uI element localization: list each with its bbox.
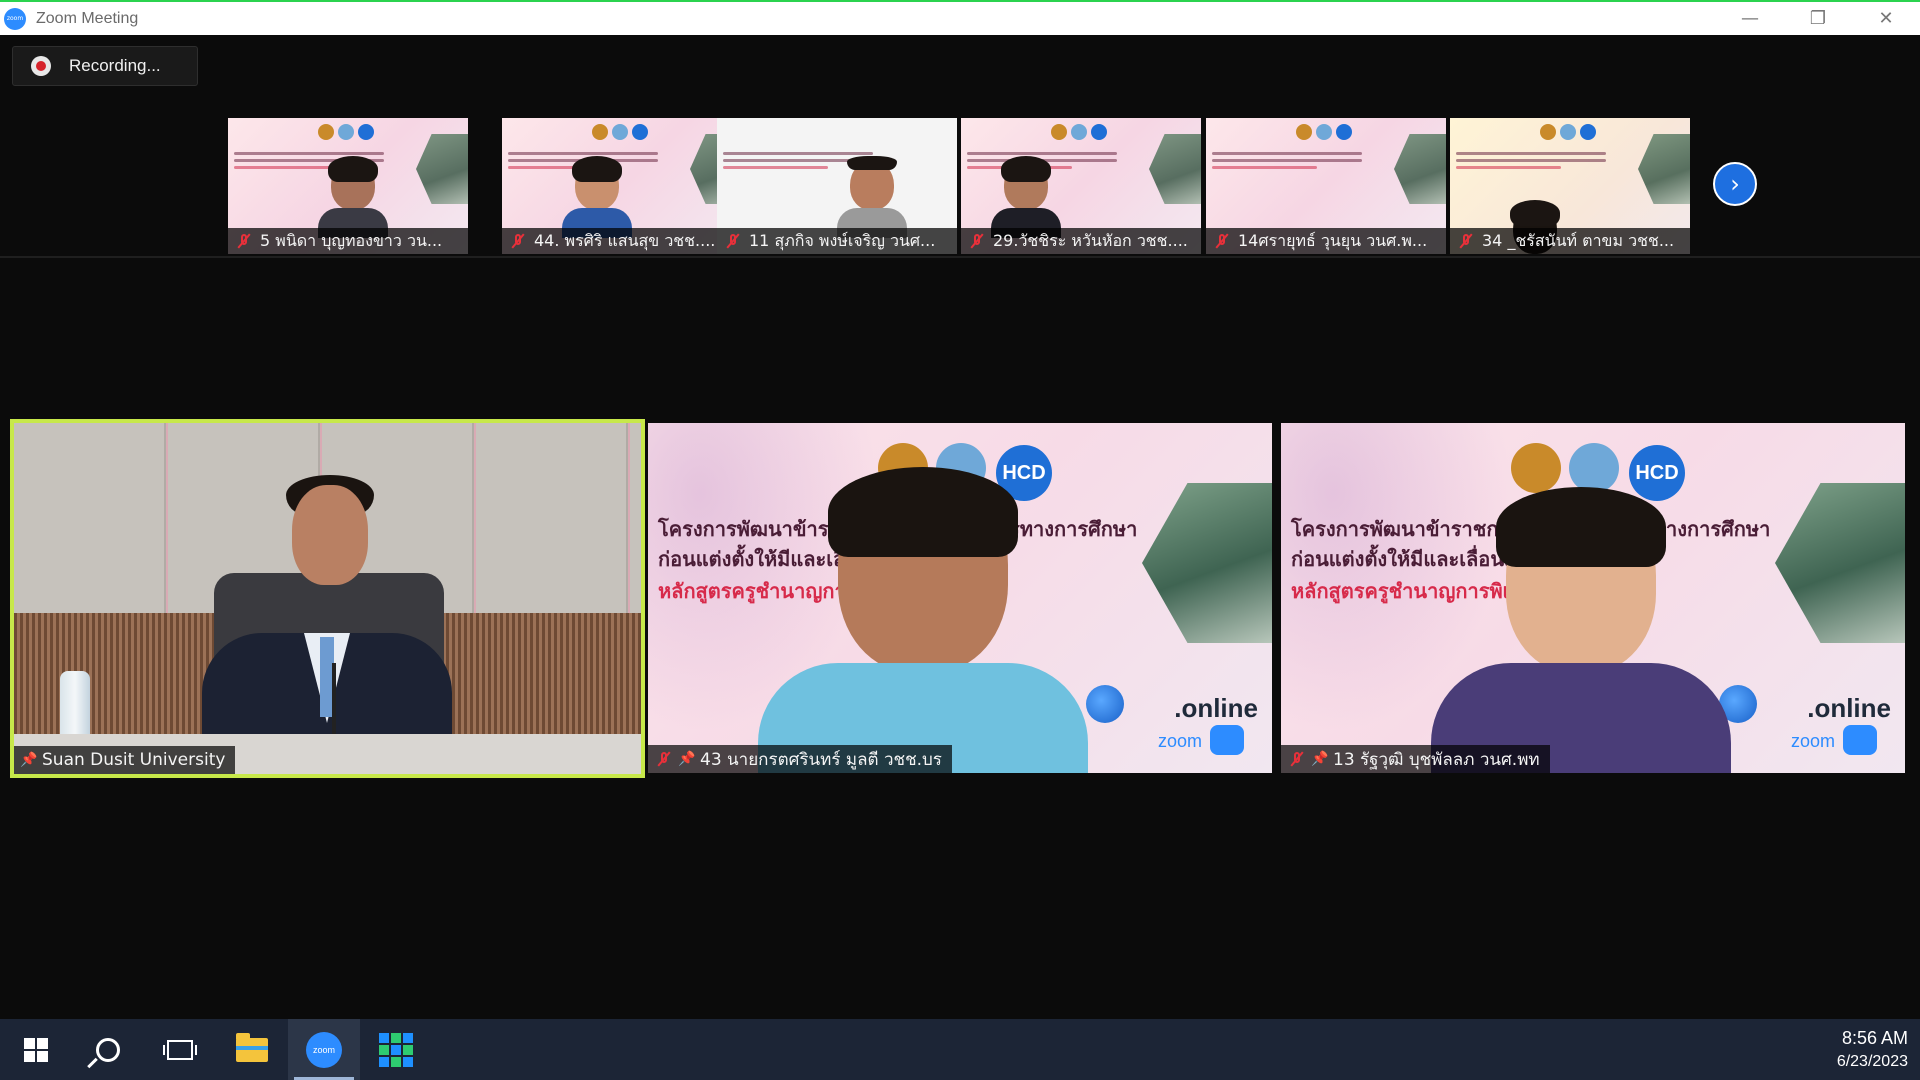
pin-icon: 📌	[20, 752, 38, 768]
participant-name: 5 พนิดา บุญทองขาว วน...	[260, 230, 443, 250]
participant-name: Suan Dusit University	[42, 750, 226, 770]
participant-name-bar: 📌 43 นายกรตศรินทร์ มูลตี วชช.บร	[648, 745, 952, 773]
restore-icon[interactable]: ❐	[1784, 2, 1852, 35]
org-logos	[318, 124, 374, 140]
clock-time: 8:56 AM	[1841, 1028, 1908, 1048]
tiles-icon	[379, 1032, 413, 1067]
zoom-camera-icon	[1210, 725, 1244, 755]
recording-indicator[interactable]: Recording...	[12, 46, 198, 86]
active-speaker-tile[interactable]: 📌 Suan Dusit University	[10, 419, 645, 778]
participant-name: 44. พรศิริ แสนสุข วชช....	[534, 230, 716, 250]
participant-tile[interactable]: โครงการพัฒนาข้าราชการครูและบุคลากรทางการ…	[1281, 423, 1905, 773]
participant-name-bar: 📌 Suan Dusit University	[14, 746, 236, 774]
mic-muted-icon	[969, 233, 985, 249]
participant-name: 29.วัชชิระ หวันหัอก วชช....	[993, 230, 1188, 250]
participant-name-bar: 14ศรายุทธ์ วุนยุน วนศ.พ...	[1206, 228, 1446, 254]
org-logos	[1511, 443, 1619, 493]
mic-muted-icon	[1458, 233, 1474, 249]
window-controls: — ❐ ✕	[1716, 2, 1920, 35]
building-image	[1149, 134, 1201, 204]
search-button[interactable]	[72, 1019, 144, 1080]
zoom-camera-icon	[1843, 725, 1877, 755]
participant-thumbnail[interactable]: 44. พรศิริ แสนสุข วชช....	[502, 118, 742, 254]
participant-name: 13 รัฐวุฒิ บุชพัลลภ วนศ.พท	[1333, 749, 1540, 770]
mic-muted-icon	[1214, 233, 1230, 249]
tiles-app-button[interactable]	[360, 1019, 432, 1080]
participant-name: 14ศรายุทธ์ วุนยุน วนศ.พ...	[1238, 230, 1428, 250]
pin-icon: 📌	[678, 751, 696, 767]
minimize-icon[interactable]: —	[1716, 2, 1784, 35]
participant-thumbnail[interactable]: 5 พนิดา บุญทองขาว วน...	[228, 118, 468, 254]
mic-muted-icon	[1289, 751, 1305, 767]
org-logos	[1051, 124, 1107, 140]
clock-date: 6/23/2023	[1836, 1053, 1908, 1070]
recording-label: Recording...	[69, 56, 161, 75]
file-explorer-button[interactable]	[216, 1019, 288, 1080]
participant-name-bar: 44. พรศิริ แสนสุข วชช....	[502, 228, 742, 254]
participant-thumbnail[interactable]: 29.วัชชิระ หวันหัอก วชช....	[961, 118, 1201, 254]
close-icon[interactable]: ✕	[1852, 2, 1920, 35]
mic-muted-icon	[725, 233, 741, 249]
participant-name-bar: 5 พนิดา บุญทองขาว วน...	[228, 228, 468, 254]
participant-name-bar: 📌 13 รัฐวุฒิ บุชพัลลภ วนศ.พท	[1281, 745, 1550, 773]
online-label: .online	[1174, 693, 1258, 723]
banner-graphic	[1456, 152, 1606, 182]
participant-video	[758, 467, 1088, 773]
chevron-right-icon: ›	[1730, 170, 1740, 198]
folder-icon	[236, 1032, 268, 1062]
participant-name-bar: 11 สุภกิจ พงษ์เจริญ วนศ...	[717, 228, 957, 254]
mic-muted-icon	[656, 751, 672, 767]
thumbnail-strip: 5 พนิดา บุญทองขาว วน... 44. พรศิริ แสนสุ…	[0, 118, 1920, 256]
participant-video	[1431, 487, 1731, 773]
search-icon	[96, 1037, 120, 1062]
participant-thumbnail[interactable]: 14ศรายุทธ์ วุนยุน วนศ.พ...	[1206, 118, 1446, 254]
building-image	[1638, 134, 1690, 204]
task-view-button[interactable]	[144, 1019, 216, 1080]
participant-thumbnail[interactable]: 34 _ชรัสนันท์ ตาขม วชช...	[1450, 118, 1690, 254]
building-image	[1775, 483, 1905, 643]
window-title: Zoom Meeting	[36, 9, 139, 27]
taskbar: zoom 8:56 AM 6/23/2023	[0, 1019, 1920, 1080]
org-logos	[1296, 124, 1352, 140]
building-image	[416, 134, 468, 204]
building-image	[1142, 483, 1272, 643]
next-page-button[interactable]: ›	[1713, 162, 1757, 206]
task-view-icon	[163, 1039, 197, 1060]
zoom-logo-icon: zoom	[4, 7, 26, 30]
mic-muted-icon	[510, 233, 526, 249]
speaker-face	[292, 485, 368, 585]
participant-name-bar: 34 _ชรัสนันท์ ตาขม วชช...	[1450, 228, 1690, 254]
online-label: .online	[1807, 693, 1891, 723]
globe-icon	[1086, 685, 1124, 723]
windows-icon	[24, 1037, 48, 1062]
participant-name-bar: 29.วัชชิระ หวันหัอก วชช....	[961, 228, 1201, 254]
start-button[interactable]	[0, 1019, 72, 1080]
org-logos	[1540, 124, 1596, 140]
participant-name: 34 _ชรัสนันท์ ตาขม วชช...	[1482, 230, 1675, 250]
building-image	[1394, 134, 1446, 204]
mic-muted-icon	[236, 233, 252, 249]
system-clock[interactable]: 8:56 AM 6/23/2023	[1837, 1019, 1908, 1080]
zoom-app-button[interactable]: zoom	[288, 1019, 360, 1080]
recording-dot-icon	[31, 56, 51, 76]
strip-divider	[0, 256, 1920, 258]
banner-graphic	[1212, 152, 1362, 182]
zoom-icon: zoom	[306, 1031, 342, 1068]
participant-name: 43 นายกรตศรินทร์ มูลตี วชช.บร	[700, 749, 942, 770]
zoom-label: zoom	[1157, 731, 1202, 751]
participant-name: 11 สุภกิจ พงษ์เจริญ วนศ...	[749, 230, 936, 250]
participant-thumbnail[interactable]: 11 สุภกิจ พงษ์เจริญ วนศ...	[717, 118, 957, 254]
pin-icon: 📌	[1311, 751, 1329, 767]
participant-tile[interactable]: โครงการพัฒนาข้าราชการครูและบุคลากรทางการ…	[648, 423, 1272, 773]
title-bar: zoom Zoom Meeting — ❐ ✕	[0, 0, 1920, 35]
zoom-label: zoom	[1790, 731, 1835, 751]
org-logos	[592, 124, 648, 140]
